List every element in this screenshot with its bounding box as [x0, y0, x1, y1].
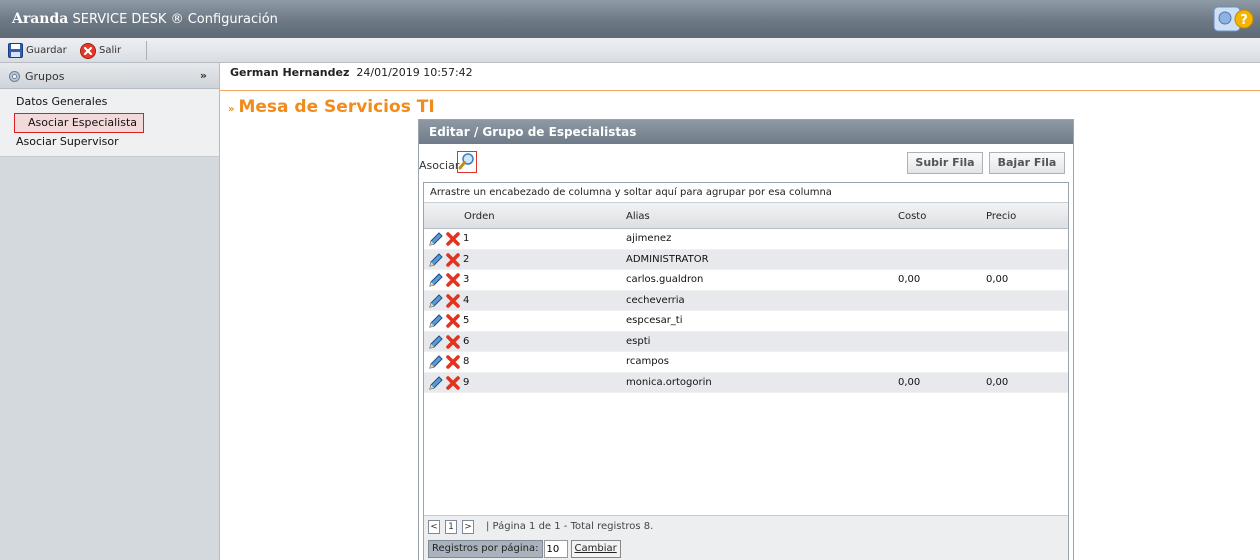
table-row[interactable]: 5 espcesar_ti [424, 311, 1068, 332]
cell-alias: monica.ortogorin [626, 376, 712, 388]
page-title: » Mesa de Servicios TI [228, 97, 435, 117]
page-1-button[interactable]: 1 [445, 520, 457, 534]
save-label: Guardar [26, 45, 67, 56]
edit-icon[interactable] [428, 313, 444, 329]
move-up-button[interactable]: Subir Fila [907, 152, 983, 174]
cell-orden: 9 [463, 376, 470, 388]
cell-orden: 5 [463, 315, 470, 326]
edit-panel: Editar / Grupo de Especialistas Asociar … [418, 119, 1074, 560]
group-by-bar[interactable]: Arrastre un encabezado de columna y solt… [424, 183, 1068, 203]
edit-icon[interactable] [428, 354, 444, 370]
cell-alias: cecheverria [626, 294, 685, 306]
delete-icon[interactable] [445, 313, 461, 329]
sidebar-header-label: Grupos [25, 70, 65, 83]
column-header-orden[interactable]: Orden [464, 211, 495, 222]
sidebar-item-asociar-supervisor[interactable]: Asociar Supervisor [0, 133, 219, 153]
grid-body: 1 ajimenez 2 ADMINISTRATOR 3 carlos.gualdron 0… [424, 229, 1068, 393]
table-row[interactable]: 1 ajimenez [424, 229, 1068, 250]
move-down-button[interactable]: Bajar Fila [989, 152, 1065, 174]
asociar-control: Asociar [419, 151, 478, 176]
header-divider [220, 90, 1260, 91]
cell-alias: ADMINISTRATOR [626, 253, 709, 265]
specialists-grid: Arrastre un encabezado de columna y solt… [423, 182, 1069, 560]
page-info: | Página 1 de 1 - Total registros 8. [486, 521, 654, 532]
sidebar-item-asociar-especialista[interactable]: Asociar Especialista [0, 113, 219, 133]
cell-orden: 8 [463, 356, 470, 367]
rows-per-page-input[interactable] [543, 540, 568, 558]
help-icon[interactable]: ? [1212, 4, 1254, 34]
cell-alias: carlos.gualdron [626, 274, 704, 285]
rows-per-page-label: Registros por página: [428, 540, 543, 558]
close-icon [80, 42, 96, 59]
collapse-icon[interactable]: » [200, 69, 207, 82]
cell-costo: 0,00 [898, 274, 921, 285]
svg-text:?: ? [1240, 13, 1248, 28]
edit-icon[interactable] [428, 375, 444, 391]
edit-icon[interactable] [428, 272, 444, 288]
sidebar-header[interactable]: Grupos » [0, 63, 219, 89]
column-header-alias[interactable]: Alias [626, 211, 650, 222]
cell-orden: 2 [463, 253, 470, 265]
exit-label: Salir [99, 45, 122, 56]
cell-orden: 6 [463, 335, 470, 347]
column-header-precio[interactable]: Precio [986, 211, 1016, 222]
cell-orden: 4 [463, 294, 470, 306]
bullet-icon: » [228, 104, 235, 115]
toolbar-divider [146, 41, 147, 60]
edit-icon[interactable] [428, 293, 444, 309]
sidebar-item-datos-generales[interactable]: Datos Generales [0, 93, 219, 113]
rows-per-page: Registros por página: Cambiar [428, 540, 621, 558]
app-title: Aranda SERVICE DESK ® Configuración [12, 11, 278, 27]
delete-icon[interactable] [445, 231, 461, 247]
delete-icon[interactable] [445, 272, 461, 288]
next-page-button[interactable]: > [462, 520, 474, 534]
floppy-icon [8, 43, 23, 58]
cell-costo: 0,00 [898, 376, 921, 388]
edit-icon[interactable] [428, 252, 444, 268]
edit-icon[interactable] [428, 231, 444, 247]
table-row[interactable]: 3 carlos.gualdron 0,00 0,00 [424, 270, 1068, 291]
user-name: German Hernandez [230, 66, 350, 79]
cell-alias: rcampos [626, 356, 669, 367]
cell-precio: 0,00 [986, 376, 1009, 388]
table-row[interactable]: 6 espti [424, 331, 1068, 352]
cell-precio: 0,00 [986, 274, 1009, 285]
table-row[interactable]: 2 ADMINISTRATOR [424, 249, 1068, 270]
pager: < 1 > | Página 1 de 1 - Total registros … [424, 515, 1068, 560]
sidebar: Grupos » Datos Generales Asociar Especia… [0, 63, 220, 560]
cell-alias: espti [626, 335, 651, 347]
sidebar-item-label: Asociar Especialista [14, 113, 144, 133]
asociar-label: Asociar [419, 158, 460, 172]
sidebar-item-label: Asociar Supervisor [16, 135, 119, 148]
cell-alias: espcesar_ti [626, 315, 683, 326]
edit-icon[interactable] [428, 334, 444, 350]
delete-icon[interactable] [445, 293, 461, 309]
sidebar-list: Datos Generales Asociar Especialista Aso… [0, 89, 219, 157]
grid-header: Orden Alias Costo Precio [424, 203, 1068, 229]
user-info: German Hernandez 24/01/2019 10:57:42 [230, 66, 473, 79]
cell-orden: 3 [463, 274, 470, 285]
session-datetime: 24/01/2019 10:57:42 [356, 66, 473, 79]
table-row[interactable]: 4 cecheverria [424, 290, 1068, 311]
save-button[interactable]: Guardar [8, 42, 67, 59]
panel-tools: Asociar Subir Fila Bajar Fila [419, 144, 1073, 176]
table-row[interactable]: 8 rcampos [424, 352, 1068, 373]
panel-title: Editar / Grupo de Especialistas [419, 120, 1073, 144]
cell-orden: 1 [463, 233, 470, 244]
change-button[interactable]: Cambiar [570, 540, 621, 558]
title-bar: Aranda SERVICE DESK ® Configuración ? [0, 0, 1260, 38]
search-icon[interactable] [457, 151, 478, 173]
cell-alias: ajimenez [626, 233, 672, 244]
prev-page-button[interactable]: < [428, 520, 440, 534]
delete-icon[interactable] [445, 354, 461, 370]
toolbar: Guardar Salir [0, 38, 1260, 63]
column-header-costo[interactable]: Costo [898, 211, 926, 222]
delete-icon[interactable] [445, 252, 461, 268]
delete-icon[interactable] [445, 334, 461, 350]
exit-button[interactable]: Salir [80, 42, 121, 59]
sidebar-item-label: Datos Generales [16, 95, 108, 108]
delete-icon[interactable] [445, 375, 461, 391]
gear-icon [9, 71, 20, 82]
table-row[interactable]: 9 monica.ortogorin 0,00 0,00 [424, 372, 1068, 393]
